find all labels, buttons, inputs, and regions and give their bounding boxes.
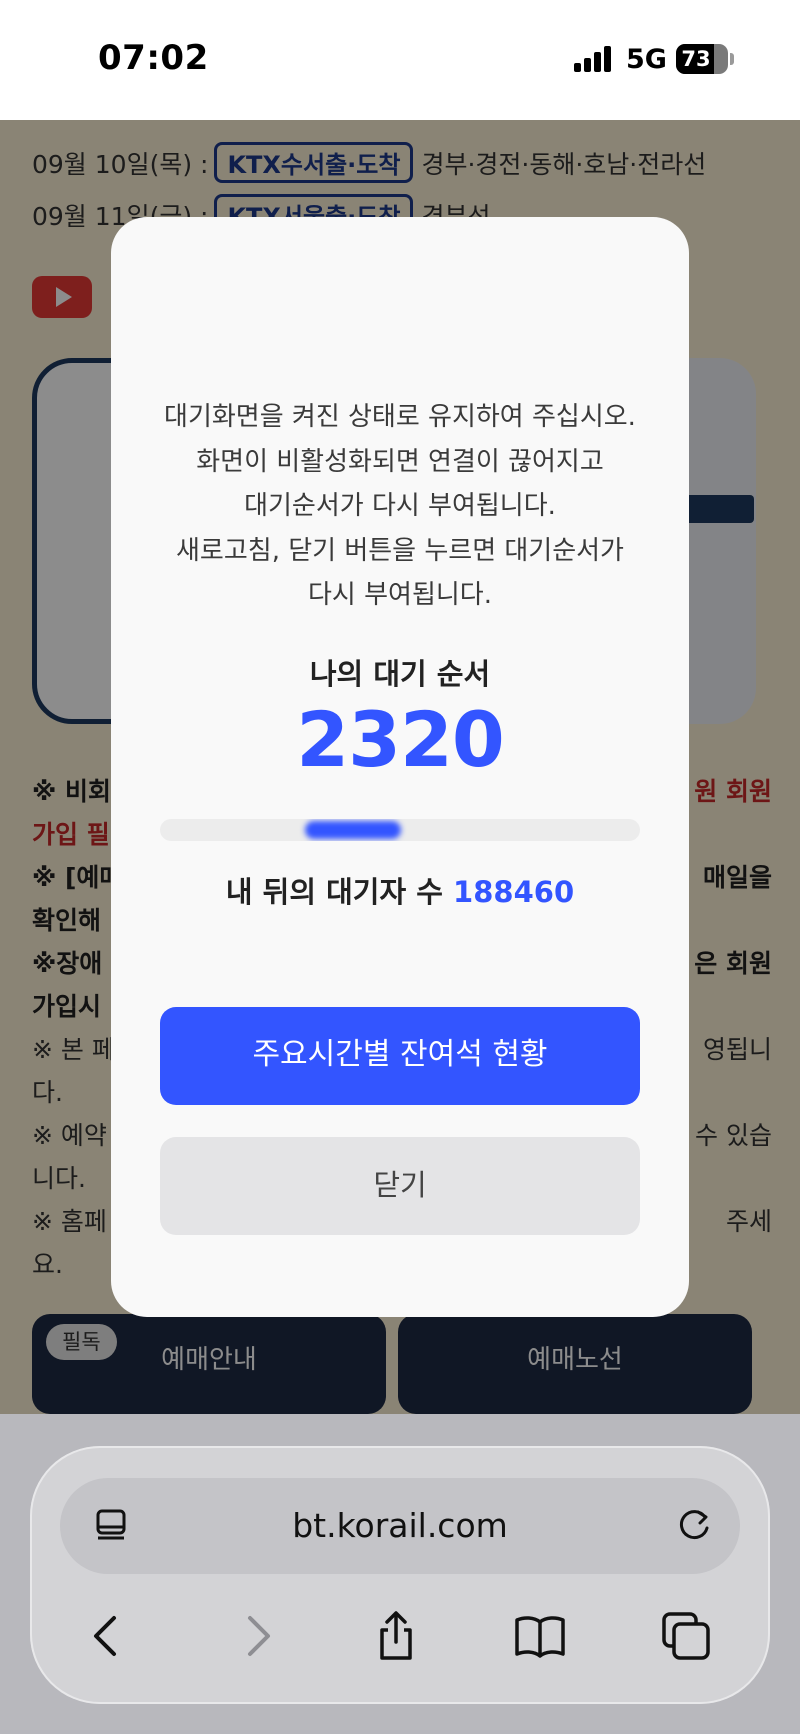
queue-modal: 대기화면을 켜진 상태로 유지하여 주십시오. 화면이 비활성화되면 연결이 끊… bbox=[111, 217, 689, 1317]
share-icon[interactable] bbox=[368, 1608, 424, 1664]
forward-icon[interactable] bbox=[228, 1608, 284, 1664]
address-bar[interactable]: bt.korail.com bbox=[60, 1478, 740, 1574]
status-bar: 07:02 5G 73 bbox=[0, 0, 800, 120]
cellular-signal-icon bbox=[574, 46, 614, 72]
url-text[interactable]: bt.korail.com bbox=[220, 1478, 580, 1574]
queue-label: 나의 대기 순서 bbox=[309, 657, 491, 691]
reader-icon[interactable] bbox=[94, 1508, 130, 1544]
reload-icon[interactable] bbox=[676, 1506, 714, 1544]
waiting-behind: 내 뒤의 대기자 수 188460 bbox=[111, 869, 689, 911]
waiting-behind-count: 188460 bbox=[453, 875, 575, 909]
waiting-behind-label: 내 뒤의 대기자 수 bbox=[225, 875, 443, 909]
battery-percent: 73 bbox=[681, 47, 711, 71]
status-time: 07:02 bbox=[98, 38, 209, 78]
bookmarks-icon[interactable] bbox=[512, 1608, 568, 1664]
close-button[interactable]: 닫기 bbox=[160, 1137, 640, 1235]
queue-number: 2320 bbox=[296, 695, 505, 784]
battery-icon: 73 bbox=[676, 44, 728, 74]
back-icon[interactable] bbox=[80, 1608, 136, 1664]
battery-cap bbox=[730, 53, 734, 65]
queue-instructions: 대기화면을 켜진 상태로 유지하여 주십시오. 화면이 비활성화되면 연결이 끊… bbox=[164, 402, 636, 610]
queue-progress-bar bbox=[160, 819, 640, 841]
network-type: 5G bbox=[626, 44, 667, 75]
tabs-icon[interactable] bbox=[658, 1608, 714, 1664]
queue-progress-indicator bbox=[305, 821, 401, 839]
seat-status-button[interactable]: 주요시간별 잔여석 현황 bbox=[160, 1007, 640, 1105]
